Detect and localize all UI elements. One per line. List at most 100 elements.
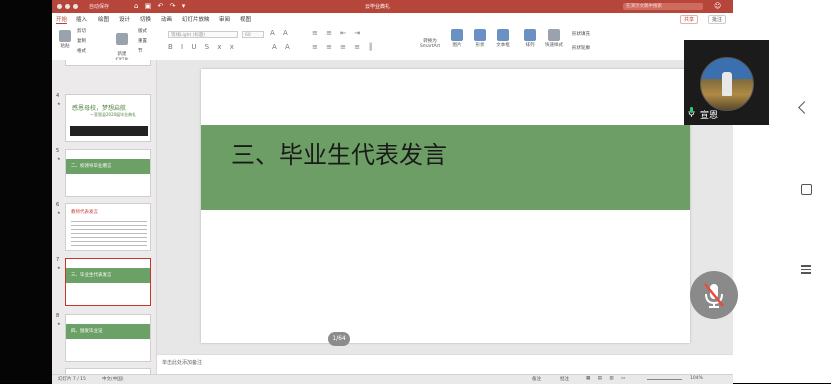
mute-microphone-button[interactable] (690, 271, 738, 319)
ribbon-tabs: 开始 插入 绘图 设计 切换 动画 幻灯片放映 审阅 视图 共享 批注 (52, 13, 733, 24)
powerpoint-window: 自动保存 ⌂ ▣ ↶ ↷ ▾ 云毕业典礼 在演示文稿中搜索 ☺ 开始 插入 绘图… (52, 0, 733, 384)
picture-button[interactable]: 图片 (450, 29, 464, 48)
slide-thumbnail-pane[interactable]: 4 ★ 感恩母校，梦想启航 —宣恩县2020届毕业典礼 5 ★ 二、校领导毕业赠… (52, 60, 157, 374)
participant-video[interactable]: 宣恩 (684, 40, 769, 125)
slide-thumbnail-5[interactable]: 二、校领导毕业赠言 (65, 149, 151, 197)
arrange-icon (524, 29, 536, 41)
page-indicator: 1/64 (328, 332, 350, 346)
slide-thumbnail-4[interactable]: 感恩母校，梦想启航 —宣恩县2020届毕业典礼 (65, 94, 151, 142)
tab-review[interactable]: 审阅 (219, 15, 230, 23)
slide-thumbnail-7-selected[interactable]: 三、毕业生代表发言 (65, 258, 151, 306)
section-button[interactable]: 节 (138, 48, 143, 54)
maximize-window-icon[interactable] (73, 4, 78, 9)
quick-styles-button[interactable]: 快速样式 (543, 29, 565, 48)
microphone-muted-icon (704, 283, 724, 308)
participant-avatar (700, 57, 754, 111)
textbox-button[interactable]: 文本框 (494, 29, 512, 48)
list-buttons[interactable]: ≡ ≡ ⇤ ⇥ (312, 29, 363, 37)
search-input[interactable]: 在演示文稿中搜索 (623, 3, 703, 10)
ribbon-toolbar: 粘贴 剪切 复制 格式 新建 幻灯片 版式 重置 节 等线Light (标题) … (52, 24, 733, 63)
tab-design[interactable]: 设计 (119, 15, 130, 23)
notes-placeholder: 单击此处添加备注 (162, 360, 203, 366)
clipboard-icon (59, 30, 71, 42)
microphone-icon (688, 107, 695, 117)
home-icon[interactable] (801, 184, 812, 195)
new-slide-button[interactable]: 新建 幻灯片 (112, 28, 132, 63)
font-family-select[interactable]: 等线Light (标题) (168, 31, 238, 38)
animation-star-icon: ★ (57, 156, 61, 161)
notes-toggle[interactable]: 备注 (532, 376, 541, 382)
document-title: 云毕业典礼 (365, 4, 391, 10)
slide-thumbnail-3[interactable] (65, 60, 151, 66)
participant-name: 宣恩 (700, 111, 719, 121)
slide-number: 6 (56, 202, 60, 208)
font-size-adjust-buttons[interactable]: A A (270, 29, 291, 37)
slide-editor[interactable]: 三、毕业生代表发言 (157, 60, 733, 354)
current-slide[interactable]: 三、毕业生代表发言 (201, 69, 690, 343)
tab-draw[interactable]: 绘图 (98, 15, 109, 23)
notes-pane[interactable]: 单击此处添加备注 (157, 354, 733, 374)
layout-button[interactable]: 版式 (138, 28, 147, 34)
crowd-silhouette-image (70, 122, 148, 136)
shapes-button[interactable]: 形状 (473, 29, 487, 48)
reset-button[interactable]: 重置 (138, 38, 147, 44)
slide-number: 5 (56, 148, 60, 154)
tab-home[interactable]: 开始 (56, 15, 68, 24)
screen: 自动保存 ⌂ ▣ ↶ ↷ ▾ 云毕业典礼 在演示文稿中搜索 ☺ 开始 插入 绘图… (0, 0, 831, 384)
thumbnail-title: 感恩母校，梦想启航 (72, 105, 127, 112)
animation-star-icon: ★ (57, 101, 61, 106)
back-icon[interactable] (798, 101, 811, 114)
slide-number: 7 (56, 257, 60, 263)
tab-insert[interactable]: 插入 (76, 15, 87, 23)
copy-button[interactable]: 复制 (77, 38, 86, 44)
thumbnail-label: 四、颁发毕业证 (71, 329, 103, 334)
quick-access-icons[interactable]: ⌂ ▣ ↶ ↷ ▾ (134, 2, 187, 10)
format-painter-button[interactable]: 格式 (77, 48, 86, 54)
zoom-slider[interactable] (647, 379, 682, 380)
slide-thumbnail-8[interactable]: 四、颁发毕业证 (65, 314, 151, 362)
quick-styles-icon (548, 29, 560, 41)
close-window-icon[interactable] (57, 4, 62, 9)
new-slide-icon (116, 33, 128, 45)
slide-thumbnail-6[interactable]: 教师代表发言 (65, 203, 151, 251)
animation-star-icon: ★ (57, 210, 61, 215)
autosave-toggle[interactable]: 自动保存 (89, 3, 109, 10)
user-account-icon[interactable]: ☺ (714, 2, 721, 10)
left-dark-margin (0, 0, 52, 383)
language-indicator: 中文(中国) (102, 377, 124, 382)
slide-count: 幻灯片 7 / 15 (58, 377, 86, 382)
view-mode-buttons[interactable]: ▦ ▤ ▥ ▭ (586, 376, 628, 381)
textbox-icon (497, 29, 509, 41)
text-format-buttons[interactable]: B I U S x x (168, 43, 237, 51)
picture-icon (451, 29, 463, 41)
thumbnail-title: 教师代表发言 (71, 210, 98, 215)
minimize-window-icon[interactable] (65, 4, 70, 9)
shape-fill-button[interactable]: 形状填充 (572, 31, 590, 37)
slide-title[interactable]: 三、毕业生代表发言 (231, 135, 447, 170)
shapes-icon (474, 29, 486, 41)
cut-button[interactable]: 剪切 (77, 28, 86, 34)
alignment-buttons[interactable]: ≡ ≡ ≡ ≡ ║ (312, 43, 376, 51)
arrange-button[interactable]: 排列 (523, 29, 537, 48)
comments-button[interactable]: 批注 (708, 15, 727, 24)
thumbnail-label: 三、毕业生代表发言 (71, 273, 112, 278)
shape-outline-button[interactable]: 形状轮廓 (572, 45, 590, 51)
animation-star-icon: ★ (57, 265, 61, 270)
tab-slideshow[interactable]: 幻灯片放映 (182, 15, 210, 23)
font-color-buttons[interactable]: A A (272, 43, 293, 51)
thumbnail-text-lines (71, 218, 147, 246)
slide-number: 8 (56, 313, 60, 319)
convert-smartart-button[interactable]: 转换为 SmartArt (416, 38, 444, 49)
tab-view[interactable]: 视图 (240, 15, 251, 23)
menu-icon[interactable] (801, 265, 811, 274)
animation-star-icon: ★ (57, 321, 61, 326)
font-size-select[interactable]: 60 (242, 31, 264, 38)
thumbnail-subtitle: —宣恩县2020届毕业典礼 (90, 112, 137, 117)
zoom-level: 104% (690, 376, 703, 381)
slide-number: 4 (56, 93, 60, 99)
tab-transitions[interactable]: 切换 (140, 15, 151, 23)
comments-toggle[interactable]: 批注 (560, 376, 569, 382)
tab-animations[interactable]: 动画 (161, 15, 172, 23)
paste-button[interactable]: 粘贴 (57, 30, 73, 49)
share-button[interactable]: 共享 (680, 15, 699, 24)
